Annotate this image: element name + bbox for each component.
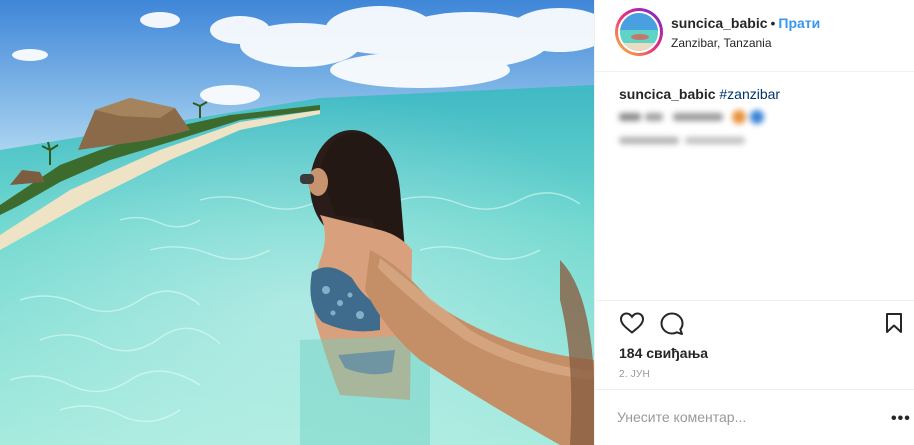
comment-icon[interactable] — [659, 311, 685, 337]
beach-photo-illustration — [0, 0, 594, 445]
instagram-post: suncica_babic • Прати Zanzibar, Tanzania s… — [0, 0, 914, 445]
caption-hashtag[interactable]: #zanzibar — [719, 86, 780, 102]
likes-count[interactable]: 184 свиђања — [619, 345, 708, 361]
comment-bar: ••• — [595, 389, 914, 445]
post-caption: suncica_babic #zanzibar — [619, 86, 780, 102]
avatar-image — [620, 13, 658, 51]
header-user-line: suncica_babic • Прати — [671, 15, 820, 31]
header-separator: • — [770, 15, 776, 31]
header-username[interactable]: suncica_babic — [671, 15, 768, 31]
comment-input[interactable] — [617, 407, 857, 427]
post-side-panel: suncica_babic • Прати Zanzibar, Tanzania s… — [594, 0, 914, 445]
bookmark-icon[interactable] — [884, 312, 904, 334]
post-date[interactable]: 2. ЈУН — [619, 369, 650, 380]
location-link[interactable]: Zanzibar, Tanzania — [671, 36, 772, 50]
follow-button[interactable]: Прати — [778, 15, 820, 31]
blurred-comment-line-1 — [619, 110, 764, 124]
post-header: suncica_babic • Прати Zanzibar, Tanzania — [595, 0, 914, 72]
post-photo[interactable] — [0, 0, 594, 445]
blurred-comment-line-2 — [619, 137, 745, 144]
avatar-story-ring[interactable] — [615, 8, 663, 56]
heart-icon[interactable] — [619, 311, 645, 335]
actions-divider — [595, 300, 914, 302]
avatar[interactable] — [618, 11, 660, 53]
more-options-icon[interactable]: ••• — [891, 410, 911, 428]
caption-username[interactable]: suncica_babic — [619, 86, 716, 102]
